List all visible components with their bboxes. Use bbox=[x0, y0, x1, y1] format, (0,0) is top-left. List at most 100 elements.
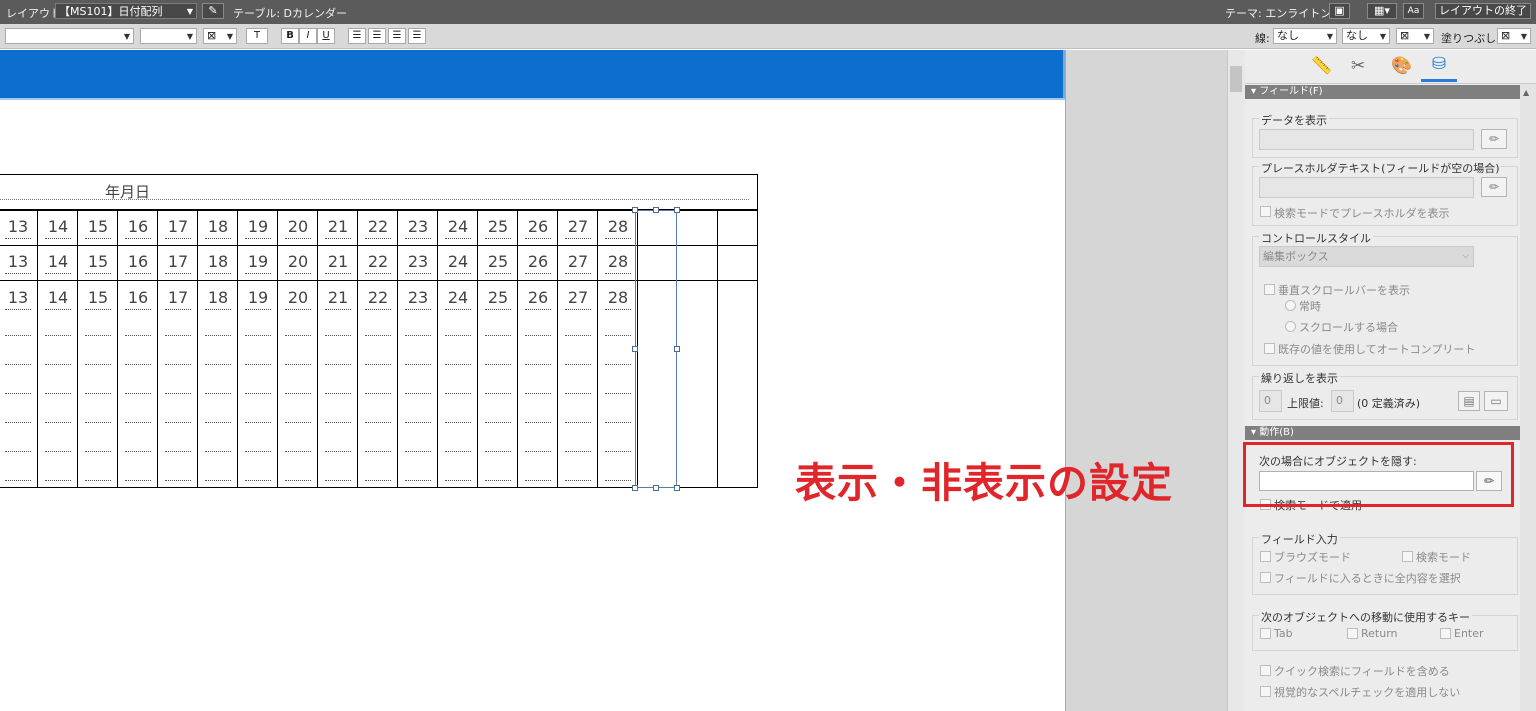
day-number: 28 bbox=[607, 252, 629, 271]
day-underline bbox=[125, 238, 151, 239]
scroll-up-icon[interactable]: ▲ bbox=[1523, 88, 1529, 97]
canvas-scroll-thumb[interactable] bbox=[1230, 66, 1242, 92]
empty-field-line bbox=[405, 480, 431, 481]
day-number: 21 bbox=[327, 252, 349, 271]
day-number: 13 bbox=[7, 217, 29, 236]
day-underline bbox=[5, 273, 31, 274]
empty-field-line bbox=[525, 451, 551, 452]
browse-mode-checkbox[interactable] bbox=[1260, 551, 1271, 562]
repeat-label: 繰り返しを表示 bbox=[1259, 370, 1340, 386]
empty-field-line bbox=[245, 335, 271, 336]
position-tab[interactable]: 📏 bbox=[1311, 56, 1332, 76]
repeat-vertical-button[interactable]: ▤ bbox=[1458, 391, 1480, 411]
layout-dropdown-value: 【MS101】日付配列 bbox=[59, 5, 163, 18]
always-radio[interactable] bbox=[1285, 300, 1296, 311]
return-key-checkbox[interactable] bbox=[1347, 628, 1358, 639]
align-left-button[interactable]: ☰ bbox=[348, 28, 366, 44]
empty-field-line bbox=[5, 335, 31, 336]
line-style-dropdown[interactable]: なし ▼ bbox=[1273, 28, 1337, 44]
align-right-button[interactable]: ☰ bbox=[388, 28, 406, 44]
data-tab[interactable]: ⛁ bbox=[1421, 54, 1457, 82]
text-style-button[interactable]: T bbox=[246, 28, 268, 44]
styles-tab[interactable]: ✂ bbox=[1351, 56, 1365, 76]
empty-field-line bbox=[85, 335, 111, 336]
day-number: 14 bbox=[47, 288, 69, 307]
day-underline bbox=[405, 238, 431, 239]
palette-icon: 🎨 bbox=[1391, 56, 1413, 76]
day-number: 20 bbox=[287, 288, 309, 307]
day-underline bbox=[5, 309, 31, 310]
day-underline bbox=[445, 273, 471, 274]
inspector-tabs: 📏 ✂ 🎨 ⛁ bbox=[1245, 50, 1536, 84]
tab-key-checkbox[interactable] bbox=[1260, 628, 1271, 639]
placeholder-search-checkbox[interactable] bbox=[1260, 206, 1271, 217]
upper-limit-field[interactable]: 0 bbox=[1331, 390, 1354, 412]
align-center-button[interactable]: ☰ bbox=[368, 28, 386, 44]
empty-field-line bbox=[245, 393, 271, 394]
edit-layout-button[interactable]: ✎ bbox=[202, 3, 224, 19]
font-aa-icon: Aa bbox=[1407, 6, 1420, 16]
control-style-dropdown[interactable]: 編集ボックス ⌵ bbox=[1259, 246, 1474, 267]
vertical-scroll-checkbox[interactable] bbox=[1264, 284, 1275, 295]
font-size-dropdown[interactable]: ▼ bbox=[140, 28, 197, 44]
font-aa-button[interactable]: Aa bbox=[1403, 3, 1424, 19]
canvas-scrollbar[interactable] bbox=[1227, 50, 1245, 711]
empty-field-line bbox=[365, 335, 391, 336]
behavior-section-title: 動作(B) bbox=[1259, 427, 1294, 438]
placeholder-edit-button[interactable]: ✏ bbox=[1481, 177, 1507, 197]
repeat-start-field[interactable]: 0 bbox=[1259, 390, 1282, 412]
find-mode-checkbox[interactable] bbox=[1402, 551, 1413, 562]
empty-field-line bbox=[525, 335, 551, 336]
behavior-section-header[interactable]: ▾ 動作(B) bbox=[1245, 426, 1520, 440]
chevron-down-icon: ▼ bbox=[1520, 32, 1527, 41]
selected-object-outline[interactable] bbox=[635, 210, 677, 488]
theme-button[interactable]: ▣ bbox=[1329, 3, 1350, 19]
field-section-header[interactable]: ▾ フィールド(F) bbox=[1245, 85, 1520, 99]
day-number: 13 bbox=[7, 288, 29, 307]
enter-key-checkbox[interactable] bbox=[1440, 628, 1451, 639]
auto-complete-checkbox[interactable] bbox=[1264, 343, 1275, 354]
empty-field-line bbox=[125, 393, 151, 394]
tools-icon: ✂ bbox=[1351, 56, 1366, 76]
inspector-scrollbar[interactable]: ▲ bbox=[1520, 84, 1536, 711]
repeat-horizontal-button[interactable]: ▭ bbox=[1484, 391, 1508, 411]
empty-field-line bbox=[5, 422, 31, 423]
italic-button[interactable]: I bbox=[299, 28, 317, 44]
day-number: 20 bbox=[287, 217, 309, 236]
resize-handle bbox=[632, 485, 638, 491]
layout-dropdown[interactable]: 【MS101】日付配列 ▼ bbox=[55, 3, 197, 19]
bold-button[interactable]: B bbox=[281, 28, 299, 44]
font-family-dropdown[interactable]: ▼ bbox=[5, 28, 134, 44]
exit-layout-button[interactable]: レイアウトの終了 bbox=[1435, 3, 1531, 19]
placeholder-field[interactable] bbox=[1259, 177, 1474, 198]
empty-field-line bbox=[45, 364, 71, 365]
empty-field-line bbox=[85, 364, 111, 365]
line-color-dropdown[interactable]: ⊠ ▼ bbox=[1396, 28, 1434, 44]
align-center-icon: ☰ bbox=[372, 30, 382, 41]
underline-button[interactable]: U bbox=[317, 28, 335, 44]
text-color-dropdown[interactable]: ⊠ ▼ bbox=[203, 28, 237, 44]
quick-find-checkbox[interactable] bbox=[1260, 665, 1271, 676]
line-width-dropdown[interactable]: なし ▼ bbox=[1342, 28, 1390, 44]
display-data-field[interactable] bbox=[1259, 129, 1474, 150]
empty-field-line bbox=[605, 335, 631, 336]
empty-field-line bbox=[125, 422, 151, 423]
day-number: 22 bbox=[367, 252, 389, 271]
color-swatch-icon: ⊠ bbox=[1400, 29, 1410, 42]
empty-field-line bbox=[605, 393, 631, 394]
day-underline bbox=[285, 309, 311, 310]
no-spellcheck-checkbox[interactable] bbox=[1260, 686, 1271, 697]
layout-header-band bbox=[0, 50, 1068, 100]
when-scrolling-radio[interactable] bbox=[1285, 321, 1296, 332]
day-number: 23 bbox=[407, 252, 429, 271]
select-all-checkbox[interactable] bbox=[1260, 572, 1271, 583]
empty-field-line bbox=[605, 422, 631, 423]
fill-color-dropdown[interactable]: ⊠ ▼ bbox=[1497, 28, 1531, 44]
day-underline bbox=[45, 238, 71, 239]
day-underline bbox=[245, 238, 271, 239]
appearance-tab[interactable]: 🎨 bbox=[1391, 56, 1412, 76]
view-options-button[interactable]: ▦▾ bbox=[1367, 3, 1397, 19]
empty-field-line bbox=[605, 364, 631, 365]
align-justify-button[interactable]: ☰ bbox=[408, 28, 426, 44]
display-data-edit-button[interactable]: ✏ bbox=[1481, 129, 1507, 149]
